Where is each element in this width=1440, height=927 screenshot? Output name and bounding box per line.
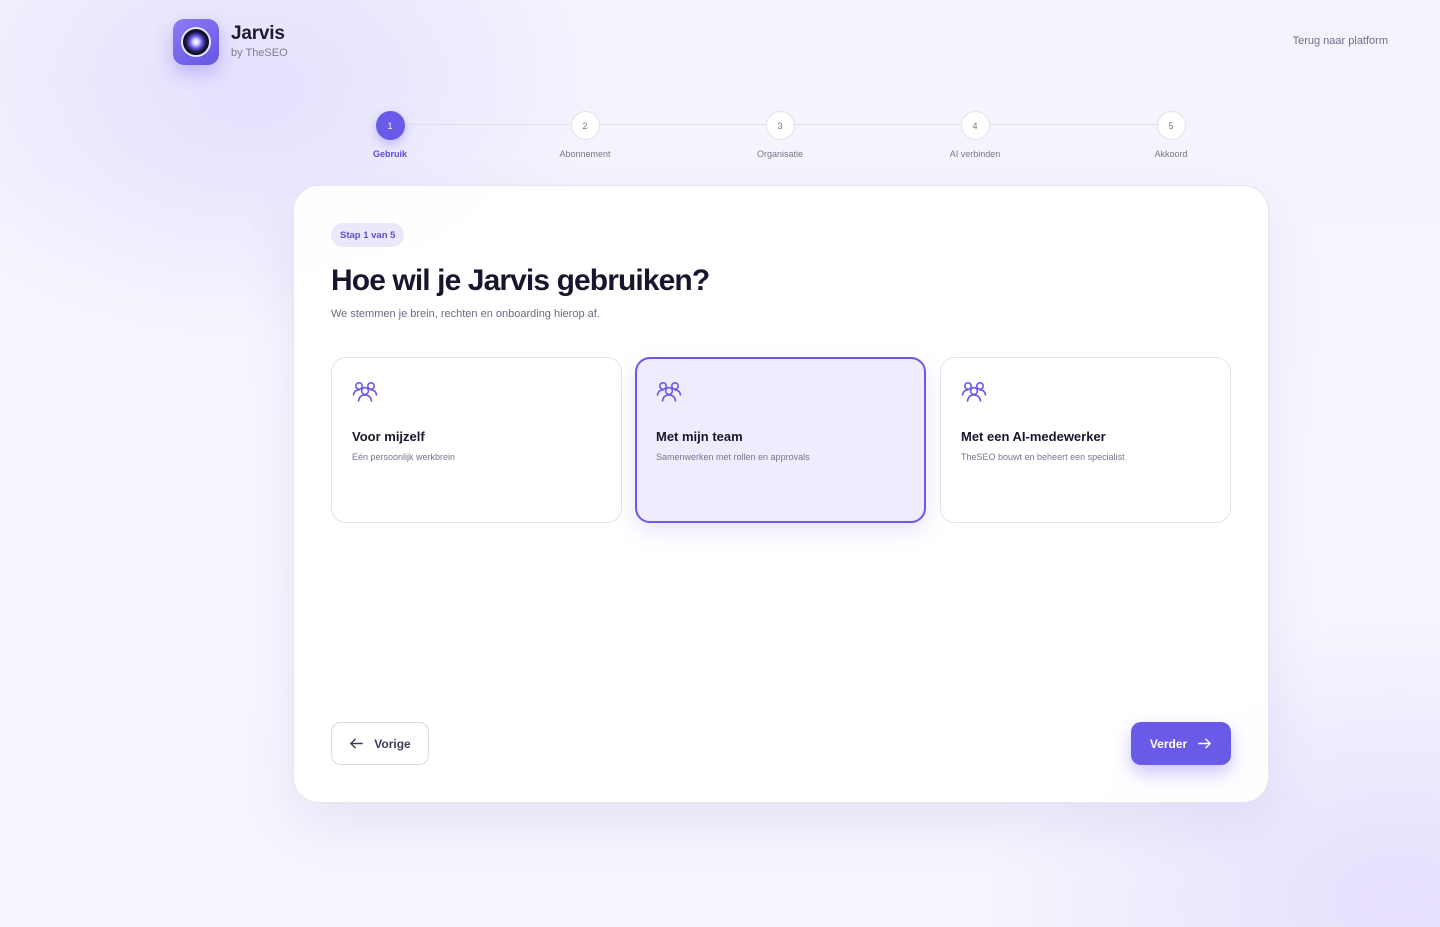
option-title: Met een AI-medewerker — [961, 429, 1106, 444]
brand-name: Jarvis — [231, 23, 285, 44]
step-organisatie[interactable]: 3 Organisatie — [720, 111, 840, 159]
back-to-platform-link[interactable]: Terug naar platform — [1293, 35, 1388, 47]
step-number: 1 — [375, 111, 405, 140]
previous-button-label: Vorige — [374, 736, 411, 751]
step-abonnement[interactable]: 2 Abonnement — [525, 111, 645, 159]
brand-logo[interactable] — [173, 19, 219, 65]
step-label: Organisatie — [756, 149, 804, 159]
step-label: Abonnement — [559, 149, 611, 159]
arrow-left-icon — [350, 738, 364, 749]
option-title: Voor mijzelf — [352, 429, 425, 444]
next-button[interactable]: Verder — [1131, 722, 1231, 765]
step-number: 4 — [960, 111, 990, 140]
option-met-mijn-team[interactable]: Met mijn team Samenwerken met rollen en … — [635, 357, 926, 523]
option-description: TheSEO bouwt en beheert een specialist — [961, 452, 1125, 462]
brand-subtitle: by TheSEO — [231, 47, 288, 59]
previous-button[interactable]: Vorige — [331, 722, 429, 765]
users-icon — [656, 381, 682, 402]
users-icon — [961, 381, 987, 402]
step-number: 2 — [570, 111, 600, 140]
step-label: Akkoord — [1154, 149, 1188, 159]
option-title: Met mijn team — [656, 429, 743, 444]
step-number: 5 — [1156, 111, 1186, 140]
option-description: Eén persoonlijk werkbrein — [352, 452, 456, 462]
step-number: 3 — [765, 111, 795, 140]
page-title: Hoe wil je Jarvis gebruiken? — [331, 264, 710, 297]
users-icon — [352, 381, 378, 402]
step-akkoord[interactable]: 5 Akkoord — [1111, 111, 1231, 159]
step-label: Gebruik — [372, 149, 407, 159]
step-ai-verbinden[interactable]: 4 AI verbinden — [915, 111, 1035, 159]
onboarding-card: Stap 1 van 5 Hoe wil je Jarvis gebruiken… — [293, 185, 1269, 803]
next-button-label: Verder — [1149, 736, 1188, 751]
option-voor-mijzelf[interactable]: Voor mijzelf Eén persoonlijk werkbrein — [331, 357, 622, 523]
arrow-right-icon — [1198, 738, 1211, 749]
step-gebruik[interactable]: 1 Gebruik — [330, 111, 450, 159]
page-subtitle: We stemmen je brein, rechten en onboardi… — [331, 308, 600, 320]
option-description: Samenwerken met rollen en approvals — [656, 452, 810, 462]
option-met-een-ai-medewerker[interactable]: Met een AI-medewerker TheSEO bouwt en be… — [940, 357, 1231, 523]
step-badge: Stap 1 van 5 — [331, 223, 405, 247]
jarvis-orb-icon — [181, 27, 211, 57]
step-label: AI verbinden — [949, 149, 1001, 159]
